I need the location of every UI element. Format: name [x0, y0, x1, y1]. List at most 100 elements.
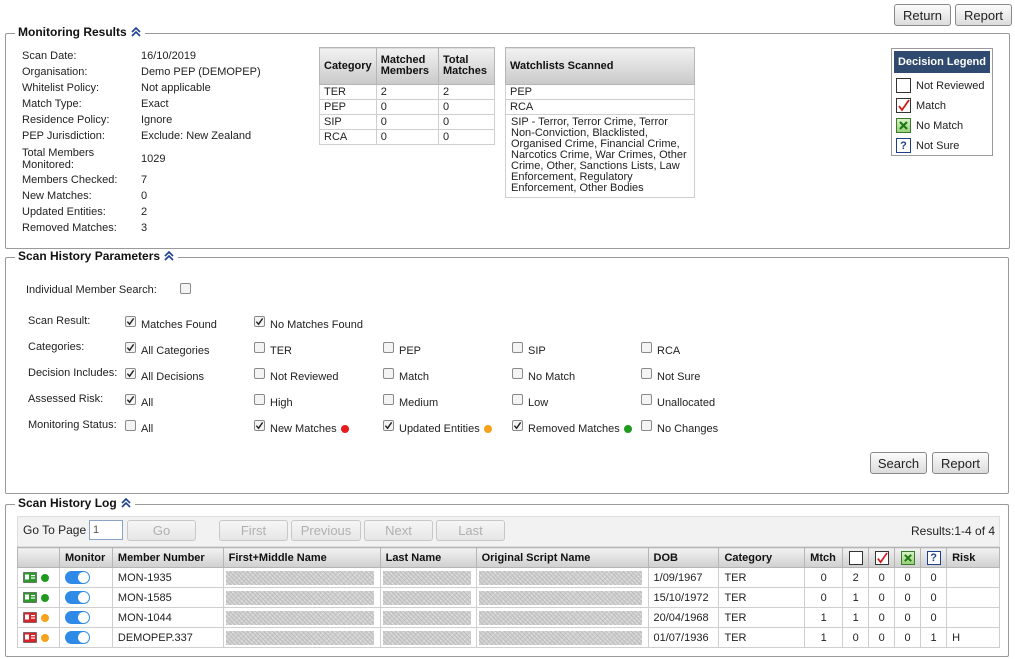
collapse-icon[interactable]	[121, 498, 131, 508]
param-checkbox[interactable]	[641, 420, 652, 431]
param-checkbox[interactable]	[254, 394, 265, 405]
monitor-toggle[interactable]	[64, 631, 90, 644]
table-cell: MON-1935	[111, 567, 224, 588]
member-number[interactable]: MON-1585	[118, 592, 172, 604]
param-option-label[interactable]: New Matches	[270, 423, 349, 435]
member-number[interactable]: DEMOPEP.337	[118, 632, 193, 644]
table-cell: 0	[868, 567, 896, 588]
param-checkbox[interactable]	[383, 420, 394, 431]
next-page-button[interactable]: Next	[364, 520, 433, 541]
col-category[interactable]: Category	[718, 547, 806, 568]
summary-label: Scan Date:	[22, 50, 77, 62]
summary-value: 3	[141, 222, 148, 234]
param-option-label[interactable]: Removed Matches	[528, 423, 632, 435]
col-first-middle-name[interactable]: First+Middle Name	[222, 547, 381, 568]
table-row[interactable]: MON-1044 20/04/1968 TER 1 1 0 0 0	[17, 607, 1000, 628]
table-cell: 0	[804, 567, 844, 588]
param-checkbox[interactable]	[383, 342, 394, 353]
search-button[interactable]: Search	[870, 452, 927, 474]
col-dob[interactable]: DOB	[647, 547, 720, 568]
last-page-button[interactable]: Last	[436, 520, 505, 541]
param-option-label[interactable]: No Matches Found	[270, 319, 363, 331]
param-option-label[interactable]: Not Reviewed	[270, 371, 338, 383]
redacted-first-name	[225, 630, 374, 645]
param-checkbox[interactable]	[383, 368, 394, 379]
param-option-label[interactable]: No Changes	[657, 423, 718, 435]
param-option-label[interactable]: RCA	[657, 345, 680, 357]
param-row-label: Assessed Risk:	[28, 393, 104, 405]
category-row: RCA 0 0	[319, 129, 496, 145]
param-option-label[interactable]: All	[141, 397, 153, 409]
summary-label: Removed Matches:	[22, 222, 117, 234]
param-checkbox[interactable]	[125, 368, 136, 379]
collapse-icon[interactable]	[164, 251, 174, 261]
match-count: 0	[820, 591, 827, 604]
monitor-toggle[interactable]	[64, 611, 90, 624]
param-option-label[interactable]: High	[270, 397, 293, 409]
col-risk[interactable]: Risk	[946, 547, 1000, 568]
col-last-name[interactable]: Last Name	[379, 547, 477, 568]
member-number[interactable]: MON-1044	[118, 612, 172, 624]
summary-label: Organisation:	[22, 66, 88, 78]
param-checkbox[interactable]	[383, 394, 394, 405]
param-checkbox[interactable]	[125, 394, 136, 405]
param-checkbox[interactable]	[254, 316, 265, 327]
param-option-label[interactable]: Low	[528, 397, 548, 409]
category-cell: 2	[437, 84, 496, 100]
collapse-icon[interactable]	[131, 27, 141, 37]
param-option-label[interactable]: SIP	[528, 345, 546, 357]
param-checkbox[interactable]	[512, 420, 523, 431]
legend-label: Not Sure	[916, 139, 960, 152]
monitor-toggle[interactable]	[64, 591, 90, 604]
param-option-label[interactable]: PEP	[399, 345, 421, 357]
param-checkbox[interactable]	[512, 342, 523, 353]
first-page-button[interactable]: First	[219, 520, 288, 541]
param-option-label[interactable]: All Categories	[141, 345, 209, 357]
monitor-toggle[interactable]	[64, 571, 90, 584]
table-row[interactable]: MON-1585 15/10/1972 TER 0 1 0 0 0	[17, 587, 1000, 608]
param-option-label[interactable]: All	[141, 423, 153, 435]
param-checkbox[interactable]	[641, 368, 652, 379]
col-monitor[interactable]: Monitor	[58, 547, 113, 568]
param-option-label[interactable]: Not Sure	[657, 371, 700, 383]
param-checkbox[interactable]	[641, 342, 652, 353]
param-checkbox[interactable]	[641, 394, 652, 405]
previous-page-button[interactable]: Previous	[291, 520, 361, 541]
col-original-script-name[interactable]: Original Script Name	[475, 547, 649, 568]
param-checkbox[interactable]	[125, 420, 136, 431]
param-option-label[interactable]: Match	[399, 371, 429, 383]
param-checkbox[interactable]	[254, 368, 265, 379]
param-option-label[interactable]: Medium	[399, 397, 438, 409]
status-dot-icon	[340, 425, 349, 433]
individual-member-search-checkbox[interactable]	[180, 283, 191, 294]
param-option-label[interactable]: Matches Found	[141, 319, 217, 331]
table-row[interactable]: MON-1935 1/09/1967 TER 0 2 0 0 0	[17, 567, 1000, 588]
no-match-count: 0	[904, 591, 911, 604]
return-button[interactable]: Return	[894, 4, 951, 26]
param-option-label[interactable]: TER	[270, 345, 292, 357]
report-button[interactable]: Report	[932, 452, 989, 474]
table-cell: 0	[868, 587, 896, 608]
param-option-label[interactable]: Unallocated	[657, 397, 715, 409]
param-checkbox[interactable]	[512, 394, 523, 405]
dob: 01/07/1936	[653, 631, 709, 644]
param-option-label[interactable]: Updated Entities	[399, 423, 492, 435]
param-checkbox[interactable]	[254, 342, 265, 353]
param-checkbox[interactable]	[254, 420, 265, 431]
go-button[interactable]: Go	[127, 520, 196, 541]
table-cell	[222, 627, 381, 648]
col-mtch[interactable]: Mtch	[804, 547, 844, 568]
report-top-button[interactable]: Report	[955, 4, 1012, 26]
page-number-input[interactable]	[89, 520, 123, 540]
param-checkbox[interactable]	[125, 316, 136, 327]
col-member-number[interactable]: Member Number	[111, 547, 224, 568]
param-option-text: Matches Found	[141, 319, 217, 331]
status-dot-icon	[623, 425, 632, 433]
param-option-label[interactable]: No Match	[528, 371, 575, 383]
param-checkbox[interactable]	[512, 368, 523, 379]
member-number[interactable]: MON-1935	[118, 572, 172, 584]
table-row[interactable]: DEMOPEP.337 01/07/1936 TER 1 0 0 0 1 H	[17, 627, 1000, 648]
param-option-label[interactable]: All Decisions	[141, 371, 204, 383]
category: TER	[724, 611, 747, 624]
param-checkbox[interactable]	[125, 342, 136, 353]
